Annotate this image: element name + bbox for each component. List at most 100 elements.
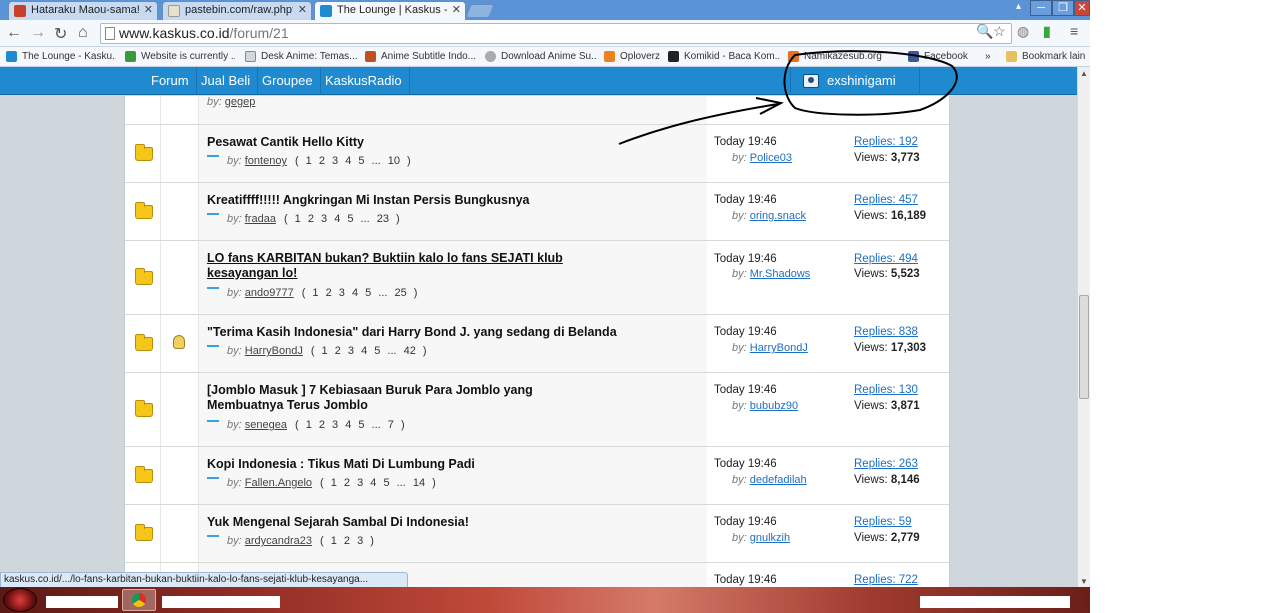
- by-label: by:: [732, 342, 747, 354]
- taskbar-redacted: [920, 596, 1070, 608]
- thread-title[interactable]: LO fans KARBITAN bukan? Buktiin kalo lo …: [207, 251, 567, 281]
- page-scrollbar[interactable]: ▲ ▼: [1077, 67, 1090, 587]
- nav-kaskusradio[interactable]: KaskusRadio: [318, 67, 410, 95]
- bookmark-item[interactable]: Komikid - Baca Kom...: [668, 50, 780, 64]
- profile-icon[interactable]: ▴: [1016, 1, 1028, 12]
- rating-cell: [161, 125, 199, 182]
- bookmark-item[interactable]: The Lounge - Kasku...: [6, 50, 116, 64]
- minimize-button[interactable]: ─: [1030, 0, 1052, 16]
- back-icon[interactable]: ←: [6, 24, 22, 42]
- bookmark-item[interactable]: Anime Subtitle Indo...: [365, 50, 477, 64]
- tab-close-icon[interactable]: ✕: [452, 2, 461, 19]
- thread-title[interactable]: "Terima Kasih Indonesia" dari Harry Bond…: [207, 325, 627, 340]
- nav-groupee[interactable]: Groupee: [255, 67, 321, 95]
- thread-author[interactable]: fontenoy: [245, 155, 287, 167]
- thread-author[interactable]: ardycandra23: [245, 535, 312, 547]
- bookmark-item[interactable]: Oploverz: [604, 50, 664, 64]
- other-bookmarks-folder[interactable]: Bookmark lain: [1006, 50, 1090, 64]
- bookmark-item[interactable]: Website is currently ...: [125, 50, 235, 64]
- thread-pages[interactable]: ( 1 2 3 4 5 ... 7 ): [295, 419, 405, 431]
- thread-author[interactable]: HarryBondJ: [245, 345, 303, 357]
- replies-link[interactable]: Replies: 130: [854, 384, 918, 396]
- thread-pages[interactable]: ( 1 2 3 4 5 ... 23 ): [284, 213, 400, 225]
- thread-pages[interactable]: ( 1 2 3 4 5 ... 42 ): [311, 345, 427, 357]
- thread-author[interactable]: Fallen.Angelo: [245, 477, 312, 489]
- close-window-button[interactable]: ✕: [1074, 0, 1090, 16]
- address-bar[interactable]: www.kaskus.co.id/forum/21: [100, 23, 1012, 44]
- replies-link[interactable]: Replies: 457: [854, 194, 918, 206]
- nav-jual-beli[interactable]: Jual Beli: [194, 67, 259, 95]
- thread-pages[interactable]: ( 1 2 3 4 5 ... 14 ): [320, 477, 436, 489]
- bookmark-item[interactable]: Namikazesub.org |...: [788, 50, 884, 64]
- thread-author[interactable]: ando9777: [245, 287, 294, 299]
- by-label: by:: [227, 535, 242, 547]
- scroll-thumb[interactable]: [1079, 295, 1089, 399]
- thread-meta: by: fontenoy ( 1 2 3 4 5 ... 10 ): [227, 155, 411, 167]
- last-post-time: Today 19:46: [714, 194, 777, 206]
- start-button[interactable]: [3, 588, 37, 612]
- last-post-user[interactable]: dedefadilah: [750, 474, 807, 486]
- extension-globe-icon[interactable]: ◍: [1017, 23, 1029, 40]
- bookmark-item[interactable]: Download Anime Su...: [485, 50, 597, 64]
- thread-pages[interactable]: ( 1 2 3 4 5 ... 10 ): [295, 155, 411, 167]
- home-icon[interactable]: ⌂: [78, 24, 88, 42]
- thread-title[interactable]: Kopi Indonesia : Tikus Mati Di Lumbung P…: [207, 457, 607, 472]
- thread-title[interactable]: [Jomblo Masuk ] 7 Kebiasaan Buruk Para J…: [207, 383, 602, 413]
- tab-close-icon[interactable]: ✕: [298, 2, 307, 19]
- replies-link[interactable]: Replies: 494: [854, 253, 918, 265]
- replies-label: Replies:: [854, 516, 896, 528]
- replies-link[interactable]: Replies: 838: [854, 326, 918, 338]
- thread-pages[interactable]: ( 1 2 3 ): [320, 535, 374, 547]
- bookmarks-overflow-button[interactable]: »: [985, 50, 1001, 64]
- last-post-user[interactable]: bububz90: [750, 400, 798, 412]
- nav-forum[interactable]: Forum: [144, 67, 197, 95]
- star-icon[interactable]: ☆: [993, 23, 1006, 40]
- tab-close-icon[interactable]: ✕: [144, 2, 153, 19]
- thread-pages[interactable]: ( 1 2 3 4 5 ... 25 ): [302, 287, 418, 299]
- extension-signal-icon[interactable]: ▮: [1043, 23, 1051, 40]
- tab-hataraku[interactable]: Hataraku Maou-sama! Ep ✕: [8, 1, 158, 20]
- thread-author[interactable]: senegea: [245, 419, 287, 431]
- thread-title[interactable]: Yuk Mengenal Sejarah Sambal Di Indonesia…: [207, 515, 607, 530]
- last-post-user[interactable]: gnulkzih: [750, 532, 790, 544]
- menu-icon[interactable]: ≡: [1070, 23, 1078, 39]
- rating-cell: [161, 183, 199, 240]
- thread-title[interactable]: Kreatiffff!!!!! Angkringan Mi Instan Per…: [207, 193, 607, 208]
- last-post-user[interactable]: Police03: [750, 152, 792, 164]
- thread-author[interactable]: fradaa: [245, 213, 276, 225]
- rating-cell: [161, 505, 199, 562]
- new-tab-button[interactable]: [465, 4, 495, 18]
- bookmark-item[interactable]: Facebook: [908, 50, 978, 64]
- by-label: by:: [227, 213, 242, 225]
- user-menu[interactable]: exshinigami: [790, 67, 920, 95]
- tab-favicon-icon: [168, 5, 180, 17]
- tab-pastebin[interactable]: pastebin.com/raw.php?i ✕: [162, 1, 312, 20]
- replies-count: 838: [898, 326, 918, 338]
- scroll-up-icon[interactable]: ▲: [1080, 69, 1088, 78]
- by-label: by:: [732, 400, 747, 412]
- tab-kaskus[interactable]: The Lounge | Kaskus - The ✕: [314, 1, 466, 20]
- page-icon: [105, 27, 115, 40]
- last-post-user[interactable]: HarryBondJ: [750, 342, 808, 354]
- replies-link[interactable]: Replies: 722: [854, 574, 918, 586]
- thread-title[interactable]: Pesawat Cantik Hello Kitty: [207, 135, 607, 150]
- indicator-dash: [207, 213, 219, 215]
- maximize-button[interactable]: ❐: [1052, 0, 1074, 16]
- replies-link[interactable]: Replies: 59: [854, 516, 912, 528]
- replies-link[interactable]: Replies: 192: [854, 136, 918, 148]
- bookmark-favicon-icon: [6, 51, 17, 62]
- last-post-user[interactable]: Mr.Shadows: [750, 268, 811, 280]
- replies-count: 263: [898, 458, 918, 470]
- forward-icon[interactable]: →: [30, 24, 46, 42]
- search-icon[interactable]: 🔍: [976, 23, 993, 40]
- scroll-down-icon[interactable]: ▼: [1080, 577, 1088, 586]
- last-post-user[interactable]: oring.snack: [750, 210, 806, 222]
- bookmark-item[interactable]: Desk Anime: Temas...: [245, 50, 357, 64]
- last-post-by: by: oring.snack: [732, 210, 806, 222]
- by-label: by:: [227, 419, 242, 431]
- replies-label: Replies:: [854, 194, 896, 206]
- thread-author[interactable]: gegep: [225, 96, 256, 108]
- chrome-taskbar-icon[interactable]: [122, 589, 156, 611]
- reload-icon[interactable]: ↻: [54, 24, 67, 44]
- replies-link[interactable]: Replies: 263: [854, 458, 918, 470]
